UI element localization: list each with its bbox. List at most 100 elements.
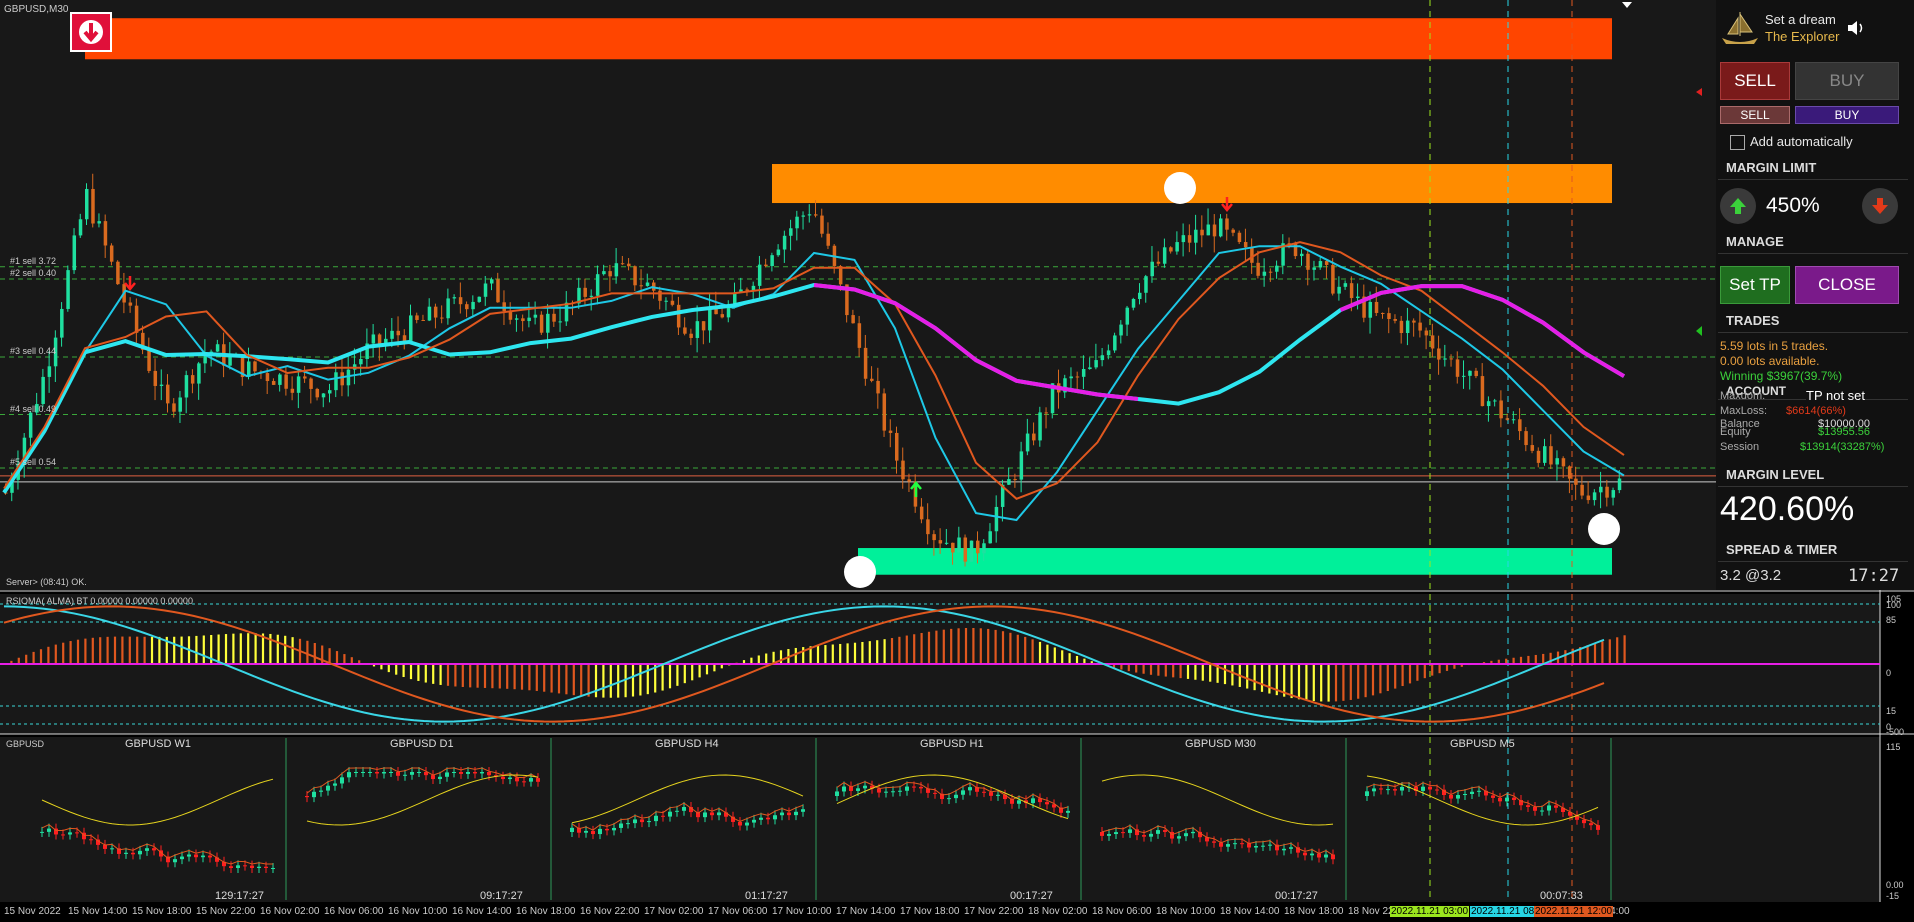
mini-candle-body — [131, 852, 135, 855]
mini-candle-body — [710, 812, 714, 816]
candle-body — [639, 285, 644, 287]
mini-candle-body — [905, 786, 909, 791]
candle-body — [789, 228, 793, 236]
candle-body — [1044, 412, 1049, 414]
manage-title: MANAGE — [1718, 234, 1908, 254]
mini-candle-body — [1184, 833, 1188, 837]
candle-body — [552, 313, 556, 322]
candle-body — [1424, 330, 1429, 336]
mini-candle-body — [1526, 805, 1530, 807]
mini-candle-body — [877, 788, 881, 793]
mini-candle-body — [1400, 786, 1404, 791]
mini-candle-body — [236, 865, 240, 868]
margin-down-button[interactable] — [1862, 188, 1898, 224]
mini-candle-body — [473, 772, 477, 774]
candle-body — [1300, 253, 1304, 257]
mini-candle-body — [389, 772, 393, 773]
set-tp-button[interactable]: Set TP — [1720, 266, 1790, 304]
mini-chart-title: GBPUSD M30 — [1185, 738, 1256, 750]
candle-body — [340, 372, 344, 386]
candle-body — [1119, 324, 1123, 336]
candle-body — [265, 373, 270, 382]
candle-body — [1075, 376, 1080, 378]
candle-body — [1007, 479, 1011, 485]
candle-body — [41, 376, 45, 404]
margin-level-value: 420.60% — [1720, 490, 1855, 528]
main-chart-canvas[interactable] — [0, 0, 1914, 922]
mini-candle-body — [1191, 831, 1195, 834]
sub2-axis-mid: 0.00 — [1886, 880, 1904, 890]
mini-candle-body — [410, 772, 414, 775]
mini-candle-body — [738, 821, 742, 826]
mini-candle-body — [1177, 836, 1181, 839]
mini-candle-body — [1149, 833, 1153, 837]
candle-body — [857, 323, 862, 348]
candle-body — [153, 370, 158, 386]
mini-candle-body — [152, 848, 156, 851]
mini-candle-body — [403, 774, 407, 776]
candle-body — [1555, 458, 1559, 465]
candle-body — [564, 302, 569, 322]
candle-body — [184, 375, 189, 398]
mini-chart-title: GBPUSD M5 — [1450, 738, 1515, 750]
candle-body — [396, 330, 401, 336]
mini-candle-body — [264, 866, 268, 868]
sell-big-button[interactable]: SELL — [1720, 62, 1790, 100]
candle-body — [645, 282, 650, 286]
candle-body — [1524, 431, 1528, 446]
add-automatically-label: Add automatically — [1750, 134, 1853, 149]
mini-candle-body — [947, 798, 951, 800]
sell-small-button[interactable]: SELL — [1720, 106, 1790, 124]
mini-candle-body — [347, 772, 351, 778]
candle-body — [1474, 370, 1478, 377]
candle-body — [1331, 264, 1335, 294]
mini-candle-body — [1470, 791, 1474, 794]
candle-body — [1586, 495, 1591, 501]
candle-body — [1387, 313, 1391, 320]
candle-body — [78, 219, 83, 236]
candle-body — [284, 374, 288, 389]
candle-body — [452, 297, 457, 299]
candle-body — [1225, 218, 1229, 230]
candle-body — [1455, 359, 1460, 377]
time-axis-tick: 16 Nov 02:00 — [260, 906, 320, 917]
time-axis-tick: 18 Nov 06:00 — [1092, 906, 1152, 917]
candle-body — [134, 305, 139, 333]
mini-candle-body — [1372, 788, 1376, 792]
candle-body — [1069, 376, 1073, 379]
candle-body — [128, 302, 133, 306]
session-label: Session — [1720, 441, 1760, 453]
candle-body — [1212, 224, 1217, 237]
top-resistance-zone[interactable] — [85, 18, 1612, 60]
candle-body — [103, 221, 108, 246]
mini-candle-body — [145, 848, 149, 851]
mini-candle-body — [745, 822, 749, 826]
logo-icon[interactable] — [70, 12, 112, 52]
mini-candle-body — [1219, 842, 1223, 847]
mini-candle-body — [1456, 795, 1460, 799]
candle-body — [66, 270, 70, 309]
add-automatically-checkbox[interactable] — [1730, 135, 1745, 150]
mini-chart-title: GBPUSD D1 — [390, 738, 454, 750]
buy-small-button[interactable]: BUY — [1795, 106, 1899, 124]
mini-candle-body — [1212, 841, 1216, 843]
candle-body — [1418, 322, 1422, 331]
mini-candle-body — [354, 772, 358, 773]
candle-body — [446, 298, 450, 319]
close-button[interactable]: CLOSE — [1795, 266, 1899, 304]
time-axis-tick: 18 Nov 18:00 — [1284, 906, 1344, 917]
mini-candle-body — [612, 827, 616, 831]
speaker-icon[interactable] — [1846, 18, 1866, 38]
mini-candle-body — [1226, 844, 1230, 847]
candle-body — [1106, 350, 1111, 356]
margin-up-button[interactable] — [1720, 188, 1756, 224]
buy-big-button[interactable]: BUY — [1795, 62, 1899, 100]
time-marker-tag: 2022.11.21 03:00 — [1390, 906, 1470, 917]
mini-candle-body — [1142, 835, 1146, 837]
mini-candle-body — [508, 777, 512, 780]
candle-body — [1324, 261, 1329, 265]
sell-level-label: #2 sell 0.40 — [10, 268, 57, 279]
candle-body — [870, 378, 874, 381]
mini-candle-body — [954, 794, 958, 799]
candle-body — [1025, 433, 1030, 452]
